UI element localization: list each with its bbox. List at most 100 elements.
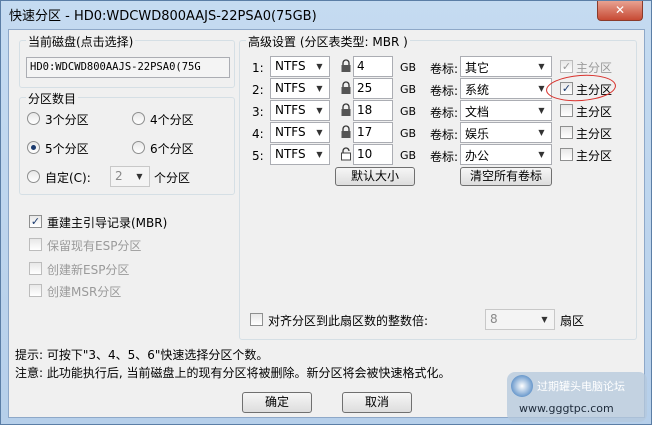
create-esp-label: 创建新ESP分区: [47, 263, 130, 277]
row5-volume-select[interactable]: 办公 ▼: [460, 144, 552, 165]
custom-count-value: 2: [115, 169, 123, 183]
create-msr-checkbox[interactable]: [29, 284, 42, 297]
row3-fs-select[interactable]: NTFS ▼: [270, 100, 330, 121]
row2-volume-label-text: 卷标:: [430, 84, 459, 98]
custom-count-select[interactable]: 2 ▼: [110, 166, 150, 187]
title-bar: 快速分区 - HD0:WDCWD800AAJS-22PSA0(75GB) ✕: [1, 1, 651, 27]
chevron-down-icon: ▼: [136, 172, 143, 181]
lock-icon[interactable]: [340, 81, 352, 95]
watermark: 过期罐头电脑论坛 www.gggtpc.com: [507, 372, 647, 422]
row3-volume-select[interactable]: 文档 ▼: [460, 100, 552, 121]
warning-line: 注意: 此功能执行后, 当前磁盘上的现有分区将被删除。新分区将会被快速格式化。: [15, 366, 451, 380]
row4-primary-checkbox[interactable]: [560, 126, 573, 139]
partition-count-label: 分区数目: [26, 90, 79, 107]
row4-unit: GB: [400, 127, 417, 140]
row5-unit: GB: [400, 149, 417, 162]
chevron-down-icon: ▼: [316, 128, 323, 137]
row1-volume-value: 其它: [465, 61, 490, 75]
chevron-down-icon: ▼: [538, 106, 545, 115]
row1-size-input[interactable]: 4: [353, 56, 393, 77]
watermark-text: 过期罐头电脑论坛: [537, 380, 625, 393]
partition-count-group: 分区数目 3个分区 4个分区 5个分区 6个分区 自定(C): 2 ▼ 个分区: [19, 90, 235, 195]
row2-index: 2:: [252, 83, 264, 97]
radio-custom-label: 自定(C):: [45, 171, 91, 185]
clear-labels-button[interactable]: 清空所有卷标: [460, 167, 552, 186]
rebuild-mbr-checkbox[interactable]: ✓: [29, 215, 42, 228]
row2-size-input[interactable]: 25: [353, 78, 393, 99]
close-button[interactable]: ✕: [597, 1, 643, 21]
radio-5-label: 5个分区: [45, 142, 89, 156]
row4-size-input[interactable]: 17: [353, 122, 393, 143]
cancel-button[interactable]: 取消: [342, 392, 412, 413]
row4-fs-value: NTFS: [275, 125, 306, 139]
disk-group: 当前磁盘(点击选择) HD0:WDCWD800AAJS-22PSA0(75G: [19, 33, 235, 88]
lock-icon[interactable]: [340, 125, 352, 139]
align-sector-select[interactable]: 8 ▼: [485, 309, 555, 330]
default-size-button[interactable]: 默认大小: [335, 167, 415, 186]
row2-volume-select[interactable]: 系统 ▼: [460, 78, 552, 99]
chevron-down-icon: ▼: [538, 128, 545, 137]
row3-size-input[interactable]: 18: [353, 100, 393, 121]
row4-volume-select[interactable]: 娱乐 ▼: [460, 122, 552, 143]
row2-fs-select[interactable]: NTFS ▼: [270, 78, 330, 99]
create-esp-checkbox[interactable]: [29, 262, 42, 275]
ok-button[interactable]: 确定: [242, 392, 312, 413]
row3-fs-value: NTFS: [275, 103, 306, 117]
row1-volume-label-text: 卷标:: [430, 62, 459, 76]
row5-primary-checkbox[interactable]: [560, 148, 573, 161]
radio-4-partitions[interactable]: [132, 112, 145, 125]
radio-custom[interactable]: [27, 170, 40, 183]
window-title: 快速分区 - HD0:WDCWD800AAJS-22PSA0(75GB): [9, 9, 317, 24]
row2-volume-value: 系统: [465, 83, 490, 97]
row3-volume-value: 文档: [465, 105, 490, 119]
custom-count-suffix: 个分区: [154, 171, 191, 185]
row4-index: 4:: [252, 127, 264, 141]
row5-size-input[interactable]: 10: [353, 144, 393, 165]
row3-primary-checkbox[interactable]: [560, 104, 573, 117]
lock-icon[interactable]: [340, 103, 352, 117]
row1-index: 1:: [252, 61, 264, 75]
row5-volume-value: 办公: [465, 149, 490, 163]
watermark-url: www.gggtpc.com: [519, 402, 614, 415]
radio-6-partitions[interactable]: [132, 141, 145, 154]
row4-fs-select[interactable]: NTFS ▼: [270, 122, 330, 143]
row3-primary-label: 主分区: [576, 105, 613, 119]
radio-6-label: 6个分区: [150, 142, 194, 156]
row2-fs-value: NTFS: [275, 81, 306, 95]
row5-primary-label: 主分区: [576, 149, 613, 163]
row4-volume-value: 娱乐: [465, 127, 490, 141]
row5-volume-label-text: 卷标:: [430, 150, 459, 164]
row1-primary-checkbox[interactable]: ✓: [560, 60, 573, 73]
chevron-down-icon: ▼: [538, 150, 545, 159]
chevron-down-icon: ▼: [316, 84, 323, 93]
align-label: 对齐分区到此扇区数的整数倍:: [268, 314, 429, 328]
row1-unit: GB: [400, 61, 417, 74]
create-msr-label: 创建MSR分区: [47, 285, 122, 299]
radio-5-partitions[interactable]: [27, 141, 40, 154]
disk-select-field[interactable]: HD0:WDCWD800AAJS-22PSA0(75G: [26, 57, 230, 78]
radio-3-partitions[interactable]: [27, 112, 40, 125]
row1-volume-select[interactable]: 其它 ▼: [460, 56, 552, 77]
advanced-group-label: 高级设置 (分区表类型: MBR ): [246, 33, 410, 50]
radio-4-label: 4个分区: [150, 113, 194, 127]
row1-fs-value: NTFS: [275, 59, 306, 73]
row4-volume-label-text: 卷标:: [430, 128, 459, 142]
radio-3-label: 3个分区: [45, 113, 89, 127]
row2-unit: GB: [400, 83, 417, 96]
row1-fs-select[interactable]: NTFS ▼: [270, 56, 330, 77]
row5-fs-select[interactable]: NTFS ▼: [270, 144, 330, 165]
disk-group-label: 当前磁盘(点击选择): [26, 33, 136, 50]
chevron-down-icon: ▼: [316, 150, 323, 159]
align-checkbox[interactable]: [250, 313, 263, 326]
align-unit: 扇区: [560, 314, 585, 328]
align-sector-value: 8: [490, 312, 498, 326]
chevron-down-icon: ▼: [538, 62, 545, 71]
unlock-icon[interactable]: [340, 147, 352, 161]
row5-fs-value: NTFS: [275, 147, 306, 161]
chevron-down-icon: ▼: [316, 62, 323, 71]
row1-primary-label: 主分区: [576, 61, 613, 75]
rebuild-mbr-label: 重建主引导记录(MBR): [47, 216, 168, 230]
forum-logo-icon: [511, 375, 533, 397]
lock-icon[interactable]: [340, 59, 352, 73]
keep-esp-checkbox[interactable]: [29, 238, 42, 251]
